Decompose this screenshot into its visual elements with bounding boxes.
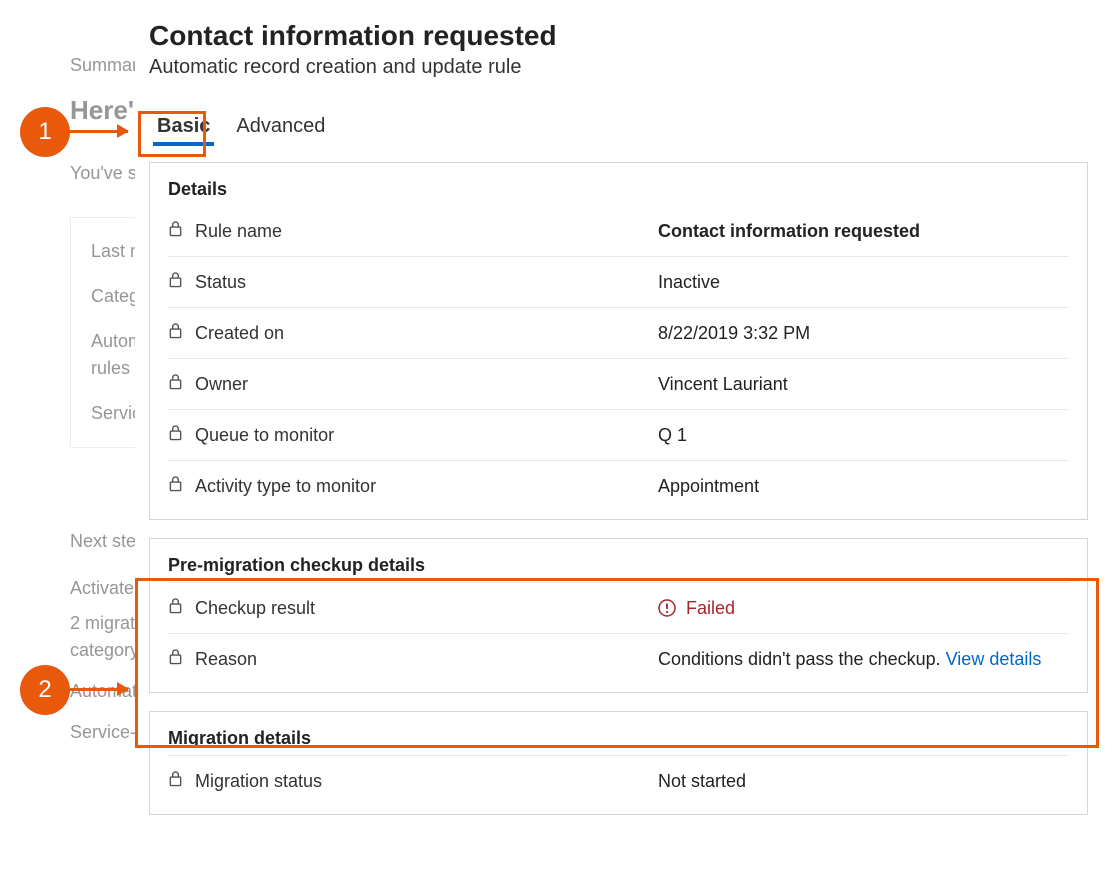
details-row-value: Q 1 [658,425,1069,446]
details-row-value: Appointment [658,476,1069,497]
details-row: Queue to monitor Q 1 [168,409,1069,460]
details-section: Details Rule name Contact information req… [149,162,1088,520]
status-badge-failed: Failed [658,598,1069,619]
lock-icon [168,220,183,242]
details-row-label: Status [195,272,246,293]
migration-title: Migration details [168,728,1069,749]
lock-icon [168,648,183,670]
details-row: Rule name Contact information requested [168,206,1069,256]
reason-label: Reason [195,649,257,670]
details-row-label: Queue to monitor [195,425,334,446]
view-details-link[interactable]: View details [946,649,1042,669]
lock-icon [168,373,183,395]
details-title: Details [168,179,1069,200]
tab-advanced[interactable]: Advanced [232,113,329,144]
checkup-result-value: Failed [686,598,735,619]
detail-panel: Contact information requested Automatic … [135,14,1102,882]
details-row: Activity type to monitor Appointment [168,460,1069,511]
callout-arrow-1 [70,130,128,133]
details-row-label: Activity type to monitor [195,476,376,497]
premigration-section: Pre-migration checkup details Checkup re… [149,538,1088,693]
details-row: Status Inactive [168,256,1069,307]
lock-icon [168,322,183,344]
details-row-label: Created on [195,323,284,344]
lock-icon [168,271,183,293]
lock-icon [168,597,183,619]
lock-icon [168,475,183,497]
details-row: Owner Vincent Lauriant [168,358,1069,409]
premigration-title: Pre-migration checkup details [168,555,1069,576]
migration-status-value: Not started [658,771,1069,792]
tab-bar: Basic Advanced [149,113,1088,144]
callout-badge-1: 1 [20,107,70,157]
details-row-value: Vincent Lauriant [658,374,1069,395]
migration-status-label: Migration status [195,771,322,792]
checkup-result-label: Checkup result [195,598,315,619]
details-row-label: Rule name [195,221,282,242]
callout-badge-2: 2 [20,665,70,715]
details-row-label: Owner [195,374,248,395]
details-row-value: 8/22/2019 3:32 PM [658,323,1069,344]
details-row-value: Contact information requested [658,221,1069,242]
error-icon [658,599,676,617]
row-checkup-result: Checkup result Failed [168,582,1069,633]
lock-icon [168,424,183,446]
lock-icon [168,770,183,792]
row-migration-status: Migration status Not started [168,755,1069,806]
migration-section: Migration details Migration status Not s… [149,711,1088,815]
page-subtitle: Automatic record creation and update rul… [149,56,1088,79]
row-reason: Reason Conditions didn't pass the checku… [168,633,1069,684]
tab-basic[interactable]: Basic [153,113,214,144]
callout-arrow-2 [70,688,128,691]
details-row: Created on 8/22/2019 3:32 PM [168,307,1069,358]
reason-text: Conditions didn't pass the checkup. [658,649,946,669]
details-row-value: Inactive [658,272,1069,293]
page-title: Contact information requested [149,20,1088,52]
